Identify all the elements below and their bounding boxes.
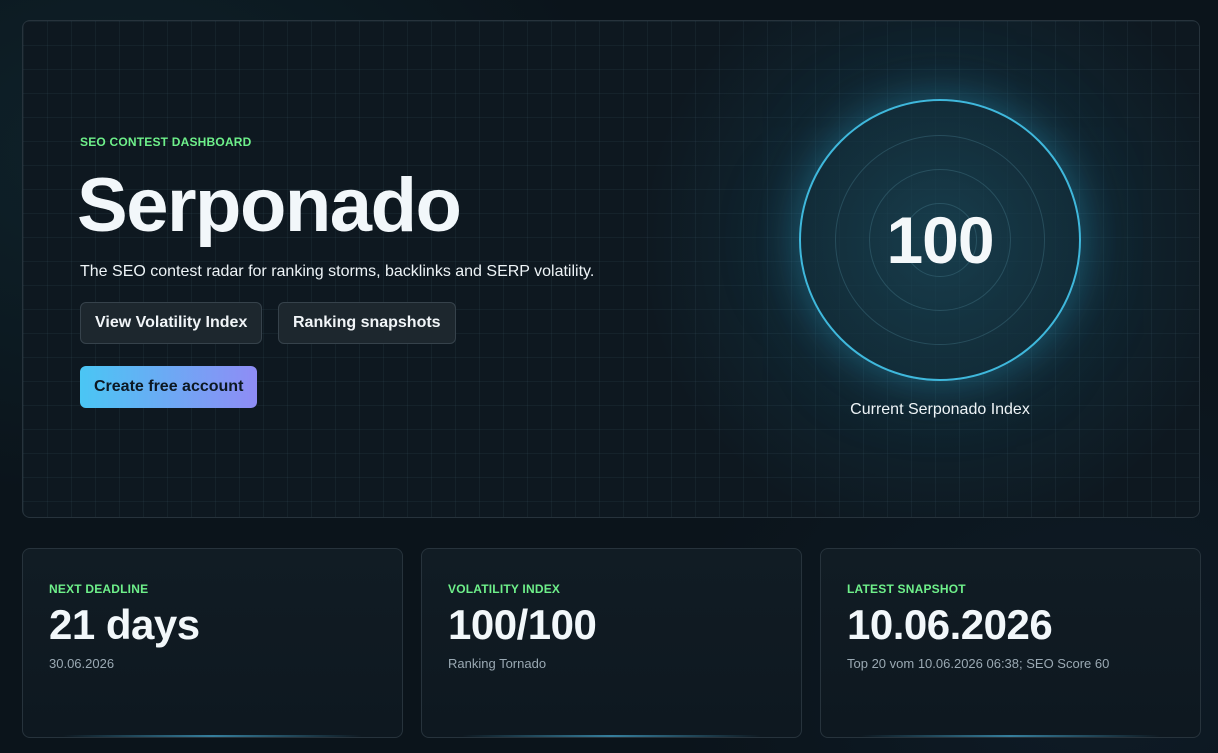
card-subtext: Ranking Tornado	[448, 656, 547, 671]
card-value: 100/100	[448, 601, 597, 648]
hero-panel: SEO CONTEST DASHBOARD Serponado The SEO …	[22, 20, 1200, 518]
ranking-snapshots-button[interactable]: Ranking snapshots	[278, 302, 456, 344]
volatility-card: VOLATILITY INDEX 100/100 Ranking Tornado	[421, 548, 802, 738]
card-label: NEXT DEADLINE	[49, 582, 149, 596]
radar-caption: Current Serponado Index	[850, 401, 1030, 418]
card-value: 21 days	[49, 601, 200, 648]
card-subtext: 30.06.2026	[49, 656, 115, 671]
view-volatility-index-button[interactable]: View Volatility Index	[80, 302, 263, 344]
card-label: VOLATILITY INDEX	[448, 582, 561, 596]
hero-eyebrow: SEO CONTEST DASHBOARD	[80, 135, 252, 149]
deadline-card: NEXT DEADLINE 21 days 30.06.2026	[22, 548, 403, 738]
card-label: LATEST SNAPSHOT	[847, 582, 966, 596]
page-title: Serponado	[77, 163, 462, 248]
radar-index-value: 100	[886, 203, 994, 277]
snapshot-card: LATEST SNAPSHOT 10.06.2026 Top 20 vom 10…	[820, 548, 1201, 738]
card-value: 10.06.2026	[847, 601, 1053, 648]
index-radar: 100	[799, 99, 1081, 381]
create-free-account-button[interactable]: Create free account	[80, 366, 258, 408]
card-subtext: Top 20 vom 10.06.2026 06:38; SEO Score 6…	[847, 656, 1110, 671]
hero-subtitle: The SEO contest radar for ranking storms…	[80, 263, 595, 280]
